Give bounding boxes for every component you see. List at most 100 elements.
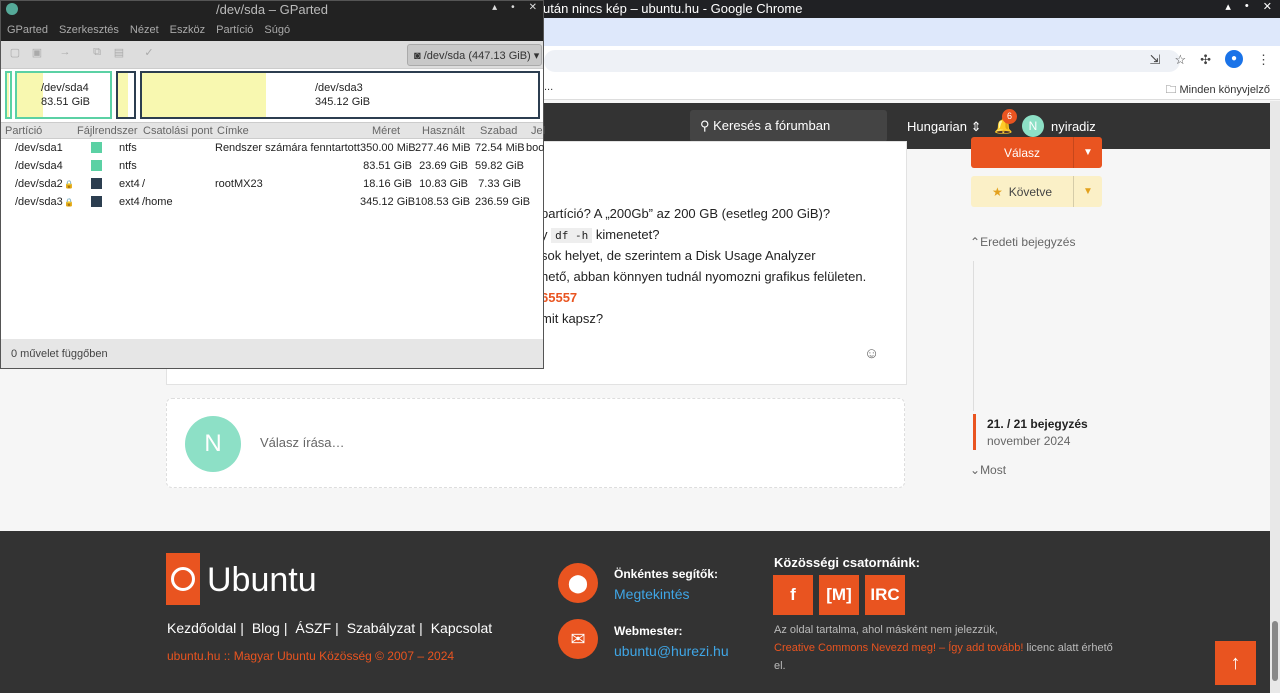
partition-segment-sda1[interactable]: [5, 71, 12, 119]
reply-placeholder: Válasz írása…: [260, 435, 345, 450]
notifications[interactable]: 🔔 6: [994, 109, 1017, 135]
close-icon[interactable]: ✕: [1263, 0, 1272, 13]
chevron-down-icon[interactable]: ▼: [1073, 137, 1102, 168]
close-icon[interactable]: ✕: [529, 2, 537, 13]
ubuntu-logo-icon[interactable]: [166, 553, 200, 605]
username[interactable]: nyiradiz: [1051, 119, 1096, 134]
timeline-handle[interactable]: [973, 414, 976, 450]
resize-move-icon[interactable]: →: [57, 46, 73, 62]
footer-link-blog[interactable]: Blog: [252, 620, 280, 636]
partition-used: 108.53 GiB: [415, 196, 471, 208]
filesystem-type: ntfs: [119, 142, 137, 154]
table-row[interactable]: /dev/sda1 ntfs Rendszer számára fenntartot…: [1, 139, 545, 157]
lock-icon: 🔒: [64, 198, 74, 207]
footer-link-terms[interactable]: ÁSZF: [295, 620, 331, 636]
forum-search[interactable]: ⚲ Keresés a fórumban: [690, 110, 887, 142]
volunteers-link[interactable]: Megtekintés: [614, 586, 689, 602]
folder-icon: 🗀: [1165, 84, 1180, 96]
timeline-track[interactable]: [973, 261, 974, 411]
menu-edit[interactable]: Szerkesztés: [59, 24, 119, 41]
profile-icon[interactable]: ●: [1225, 50, 1243, 68]
menu-gparted[interactable]: GParted: [7, 24, 48, 41]
reply-box[interactable]: N Válasz írása…: [166, 398, 905, 488]
partition-size: 350.00 MiB: [360, 142, 416, 154]
col-partition[interactable]: Partíció: [5, 125, 42, 137]
timeline-now-label: Most: [980, 463, 1007, 477]
extensions-icon[interactable]: ✣: [1200, 52, 1211, 68]
col-mountpoint[interactable]: Csatolási pont: [143, 125, 213, 137]
partition-flags: boo: [526, 142, 545, 154]
device-selector[interactable]: ◙ /dev/sda (447.13 GiB) ▾: [407, 44, 542, 66]
menu-device[interactable]: Eszköz: [170, 24, 205, 41]
follow-button-label: Követve: [1008, 185, 1053, 199]
ubuntu-brand[interactable]: Ubuntu: [207, 561, 317, 600]
minimize-icon[interactable]: •: [1245, 0, 1249, 13]
col-label[interactable]: Címke: [217, 125, 249, 137]
footer-links: Kezdőoldal | Blog | ÁSZF | Szabályzat | Kapc…: [167, 620, 493, 636]
menu-dots-icon[interactable]: ⋮: [1257, 52, 1270, 68]
matrix-icon[interactable]: [M]: [819, 575, 859, 615]
webmaster-title: Webmester:: [614, 624, 683, 638]
scrollbar-thumb[interactable]: [1272, 621, 1278, 681]
partition-table: Partíció Fájlrendszer Csatolási pont Cím…: [1, 123, 545, 344]
all-bookmarks[interactable]: 🗀 Minden könyvjelző: [1165, 81, 1270, 100]
license-link[interactable]: Creative Commons Nevezd meg! – Így add t…: [774, 642, 1023, 654]
post-text: sok helyet, de szerintem a Disk Usage An…: [541, 248, 816, 263]
irc-icon[interactable]: IRC: [865, 575, 905, 615]
page-scrollbar[interactable]: [1270, 101, 1280, 693]
footer-link-home[interactable]: Kezdőoldal: [167, 620, 236, 636]
bookmarks-overflow[interactable]: ...: [544, 81, 553, 93]
partition-label: Rendszer számára fenntartott: [215, 142, 360, 154]
user-avatar[interactable]: N: [1022, 115, 1044, 137]
minimize-icon[interactable]: •: [511, 2, 515, 13]
install-app-icon[interactable]: ⇲: [1150, 52, 1161, 68]
mount-point: /: [142, 178, 146, 190]
col-flags[interactable]: Jel: [531, 125, 545, 137]
arrow-up-icon[interactable]: ↑: [1215, 641, 1256, 685]
apply-icon[interactable]: ✓: [141, 46, 157, 62]
col-used[interactable]: Használt: [422, 125, 465, 137]
add-reaction-icon[interactable]: ☺: [864, 345, 879, 362]
filesystem-type: ext4: [119, 178, 140, 190]
col-filesystem[interactable]: Fájlrendszer: [77, 125, 138, 137]
menu-partition[interactable]: Partíció: [216, 24, 253, 41]
language-selector[interactable]: Hungarian ⇕: [907, 119, 982, 135]
paste-icon[interactable]: ▤: [111, 46, 127, 62]
code-snippet: df -h: [551, 228, 593, 243]
maximize-icon[interactable]: ▴: [492, 2, 497, 13]
webmaster-email[interactable]: ubuntu@hurezi.hu: [614, 643, 729, 659]
follow-button[interactable]: ★ Követve ▼: [971, 176, 1102, 207]
post-link[interactable]: 65557: [541, 290, 577, 305]
license-pre: Az oldal tartalma, ahol másként nem jele…: [774, 624, 998, 636]
footer-link-rules[interactable]: Szabályzat: [347, 620, 415, 636]
table-row[interactable]: /dev/sda2 🔒 ext4/ rootMX23 18.16 GiB 10.83 Gi…: [1, 175, 543, 193]
timeline-now[interactable]: ⌄Most: [970, 463, 1006, 477]
address-bar[interactable]: [544, 50, 1180, 72]
reply-button[interactable]: Válasz ▼: [971, 137, 1102, 168]
menu-view[interactable]: Nézet: [130, 24, 159, 41]
bookmark-star-icon[interactable]: ☆: [1174, 52, 1186, 68]
menu-help[interactable]: Súgó: [264, 24, 290, 41]
new-partition-icon[interactable]: ▢: [7, 46, 23, 62]
col-size[interactable]: Méret: [372, 125, 400, 137]
filesystem-type: ext4: [119, 196, 140, 208]
partition-segment-sda4[interactable]: /dev/sda4 83.51 GiB: [15, 71, 112, 119]
delete-partition-icon[interactable]: ▣: [29, 46, 45, 62]
partition-segment-sda3[interactable]: /dev/sda3 345.12 GiB: [140, 71, 540, 119]
partition-segment-sda2[interactable]: [116, 71, 136, 119]
facebook-icon[interactable]: f: [773, 575, 813, 615]
maximize-icon[interactable]: ▴: [1225, 0, 1231, 13]
timeline-count: 21. / 21 bejegyzés: [987, 417, 1088, 431]
language-label: Hungarian: [907, 119, 967, 134]
chevron-down-icon[interactable]: ▼: [1073, 176, 1102, 207]
chrome-window-title: után nincs kép – ubuntu.hu - Google Chro…: [543, 1, 803, 16]
copy-icon[interactable]: ⧉: [89, 46, 105, 62]
post-text: mit kapsz?: [541, 311, 604, 326]
col-free[interactable]: Szabad: [480, 125, 517, 137]
table-row[interactable]: /dev/sda3 🔒 ext4/home 345.12 GiB 108.53 GiB 2…: [1, 193, 543, 211]
timeline-original-post[interactable]: ⌃Eredeti bejegyzés: [970, 235, 1075, 249]
filesystem-color-swatch: [91, 160, 102, 171]
table-row[interactable]: /dev/sda4 ntfs 83.51 GiB 23.69 GiB 59.82 GiB: [1, 157, 543, 175]
site-footer: Ubuntu Kezdőoldal | Blog | ÁSZF | Szabályza…: [0, 531, 1280, 693]
footer-link-contact[interactable]: Kapcsolat: [431, 620, 492, 636]
